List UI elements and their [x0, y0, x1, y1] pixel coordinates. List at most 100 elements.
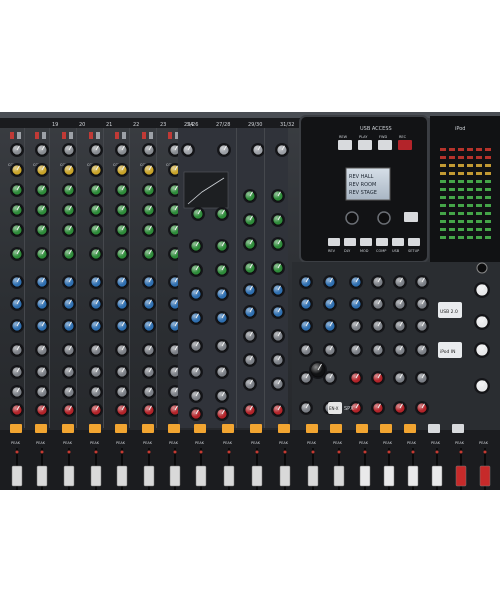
fx-data-knob-left[interactable]: [345, 211, 359, 225]
pad-switch[interactable]: [69, 132, 73, 139]
master-knob[interactable]: [299, 319, 313, 333]
stereo-knob[interactable]: [271, 261, 285, 275]
master-knob[interactable]: [415, 343, 429, 357]
channel-select-button[interactable]: [404, 424, 416, 433]
channel-knob[interactable]: [10, 247, 24, 261]
channel-knob[interactable]: [10, 223, 24, 237]
master-knob[interactable]: [393, 275, 407, 289]
master-knob[interactable]: [299, 275, 313, 289]
channel-knob[interactable]: [89, 183, 103, 197]
channel-select-button[interactable]: [194, 424, 206, 433]
master-knob[interactable]: [349, 319, 363, 333]
fader-knob[interactable]: [431, 465, 443, 487]
master-knob[interactable]: [415, 319, 429, 333]
stereo-knob[interactable]: [189, 407, 203, 421]
phantom-switch[interactable]: [89, 132, 93, 139]
channel-knob[interactable]: [62, 163, 76, 177]
channel-knob[interactable]: [115, 297, 129, 311]
stereo-knob[interactable]: [271, 305, 285, 319]
fader-knob[interactable]: [223, 465, 235, 487]
channel-knob[interactable]: [10, 143, 24, 157]
fx-return-knob[interactable]: [309, 361, 327, 379]
channel-knob[interactable]: [142, 247, 156, 261]
stereo-knob[interactable]: [189, 365, 203, 379]
fx-select-button[interactable]: [404, 212, 418, 222]
stereo-knob[interactable]: [243, 261, 257, 275]
monitor-knob[interactable]: [474, 282, 490, 298]
master-knob[interactable]: [393, 371, 407, 385]
master-knob[interactable]: [323, 319, 337, 333]
channel-knob[interactable]: [89, 275, 103, 289]
stereo-knob[interactable]: [189, 239, 203, 253]
stereo-knob[interactable]: [215, 239, 229, 253]
stereo-knob[interactable]: [243, 283, 257, 297]
stereo-knob[interactable]: [271, 189, 285, 203]
master-knob[interactable]: [415, 297, 429, 311]
channel-select-button[interactable]: [62, 424, 74, 433]
channel-knob[interactable]: [89, 403, 103, 417]
channel-knob[interactable]: [35, 403, 49, 417]
stereo-knob[interactable]: [215, 389, 229, 403]
channel-knob[interactable]: [35, 319, 49, 333]
phones-jack[interactable]: [476, 262, 488, 274]
channel-knob[interactable]: [62, 365, 76, 379]
stereo-knob[interactable]: [189, 287, 203, 301]
channel-knob[interactable]: [142, 203, 156, 217]
stereo-knob[interactable]: [271, 237, 285, 251]
monitor-knob[interactable]: [474, 314, 490, 330]
channel-knob[interactable]: [89, 343, 103, 357]
channel-knob[interactable]: [115, 319, 129, 333]
channel-knob[interactable]: [115, 163, 129, 177]
stereo-gain-knob[interactable]: [217, 143, 231, 157]
master-knob[interactable]: [299, 297, 313, 311]
fader-knob[interactable]: [169, 465, 181, 487]
channel-select-button[interactable]: [250, 424, 262, 433]
channel-knob[interactable]: [142, 163, 156, 177]
phantom-switch[interactable]: [62, 132, 66, 139]
fx-button[interactable]: [344, 238, 356, 246]
channel-knob[interactable]: [142, 183, 156, 197]
stereo-knob[interactable]: [243, 305, 257, 319]
fader-knob[interactable]: [279, 465, 291, 487]
channel-knob[interactable]: [89, 143, 103, 157]
fx-button[interactable]: [408, 238, 420, 246]
channel-knob[interactable]: [62, 223, 76, 237]
channel-knob[interactable]: [35, 247, 49, 261]
channel-knob[interactable]: [35, 385, 49, 399]
channel-knob[interactable]: [89, 247, 103, 261]
fader-knob[interactable]: [333, 465, 345, 487]
master-knob[interactable]: [415, 401, 429, 415]
channel-knob[interactable]: [10, 319, 24, 333]
stereo-knob[interactable]: [271, 403, 285, 417]
channel-knob[interactable]: [89, 365, 103, 379]
channel-knob[interactable]: [115, 183, 129, 197]
channel-knob[interactable]: [89, 385, 103, 399]
channel-knob[interactable]: [142, 385, 156, 399]
phantom-switch[interactable]: [168, 132, 172, 139]
pad-switch[interactable]: [96, 132, 100, 139]
stereo-knob[interactable]: [189, 263, 203, 277]
channel-knob[interactable]: [62, 403, 76, 417]
master-knob[interactable]: [371, 297, 385, 311]
channel-knob[interactable]: [10, 297, 24, 311]
channel-select-button[interactable]: [452, 424, 464, 433]
master-knob[interactable]: [349, 343, 363, 357]
channel-knob[interactable]: [62, 297, 76, 311]
channel-knob[interactable]: [89, 319, 103, 333]
stereo-knob[interactable]: [215, 407, 229, 421]
channel-knob[interactable]: [115, 385, 129, 399]
master-knob[interactable]: [323, 343, 337, 357]
master-knob[interactable]: [371, 401, 385, 415]
fx-button[interactable]: [392, 238, 404, 246]
stereo-knob[interactable]: [189, 311, 203, 325]
stereo-knob[interactable]: [271, 329, 285, 343]
channel-knob[interactable]: [10, 183, 24, 197]
pad-switch[interactable]: [42, 132, 46, 139]
channel-select-button[interactable]: [306, 424, 318, 433]
channel-knob[interactable]: [89, 203, 103, 217]
channel-knob[interactable]: [115, 203, 129, 217]
fx-button[interactable]: [376, 238, 388, 246]
stereo-comp-knob[interactable]: [191, 207, 205, 221]
channel-knob[interactable]: [142, 297, 156, 311]
stereo-knob[interactable]: [215, 287, 229, 301]
